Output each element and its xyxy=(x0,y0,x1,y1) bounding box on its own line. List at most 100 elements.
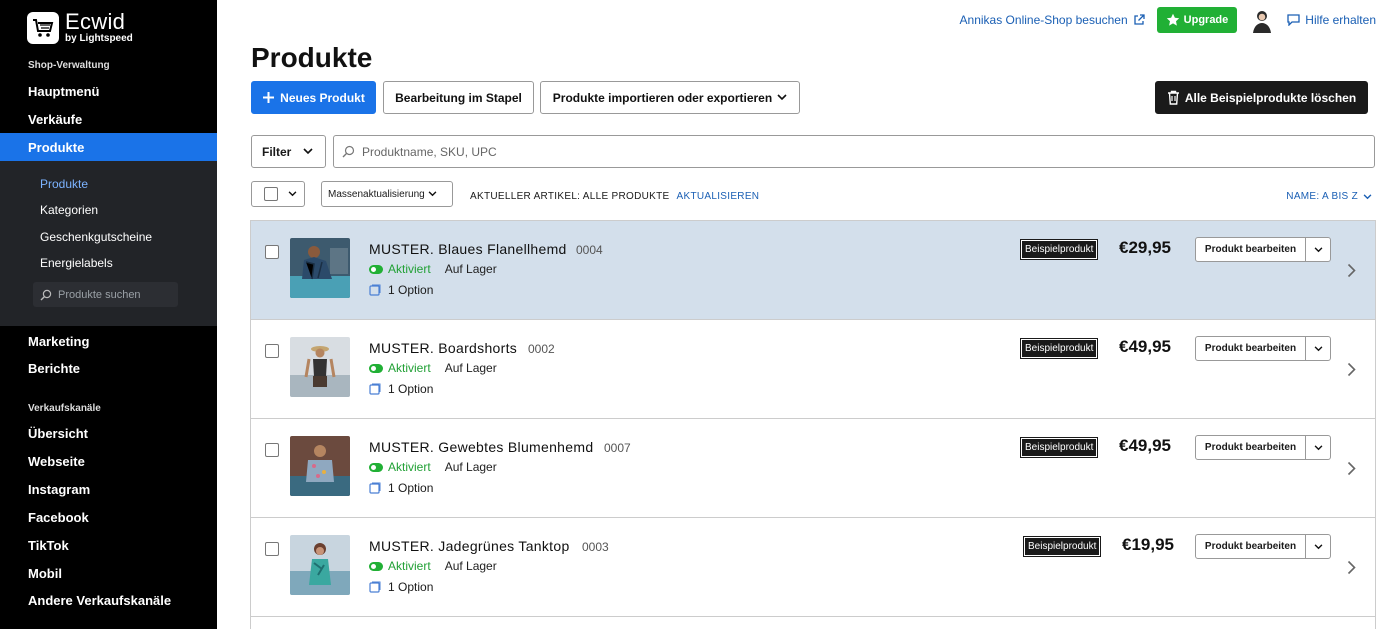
row-checkbox[interactable] xyxy=(265,344,279,358)
chevron-right-icon[interactable] xyxy=(1347,362,1356,377)
edit-product-button[interactable]: Produkt bearbeiten xyxy=(1195,534,1331,559)
filter-dropdown[interactable]: Filter xyxy=(251,135,326,168)
sidebar-item-sales[interactable]: Verkäufe xyxy=(28,112,82,127)
chevron-down-icon xyxy=(1314,543,1322,549)
option-icon xyxy=(369,284,381,296)
stock-label: Auf Lager xyxy=(444,262,497,276)
current-label: AKTUELLER ARTIKEL: ALLE PRODUKTE xyxy=(470,191,670,202)
help-link[interactable]: Hilfe erhalten xyxy=(1287,13,1376,27)
edit-dropdown-toggle[interactable] xyxy=(1306,246,1330,253)
row-checkbox[interactable] xyxy=(265,245,279,259)
section-shop-management: Shop-Verwaltung xyxy=(28,60,110,71)
chat-icon xyxy=(1287,14,1300,26)
product-search-input[interactable]: Produktname, SKU, UPC xyxy=(333,135,1375,168)
sample-badge: Beispielprodukt xyxy=(1022,536,1102,557)
edit-dropdown-toggle[interactable] xyxy=(1306,543,1330,550)
bulk-edit-button[interactable]: Bearbeitung im Stapel xyxy=(383,81,534,114)
product-sku: 0007 xyxy=(604,441,631,455)
options-label: 1 Option xyxy=(388,481,434,495)
star-icon xyxy=(1166,13,1179,26)
sidebar-item-facebook[interactable]: Facebook xyxy=(28,510,89,525)
edit-product-button[interactable]: Produkt bearbeiten xyxy=(1195,435,1331,460)
help-label: Hilfe erhalten xyxy=(1305,13,1376,27)
product-thumbnail[interactable] xyxy=(290,337,350,397)
ecwid-logo[interactable]: Ecwid by Lightspeed xyxy=(27,11,133,44)
product-price: €49,95 xyxy=(1119,436,1171,455)
sidebar-item-instagram[interactable]: Instagram xyxy=(28,482,90,497)
product-row[interactable]: MUSTER. Boardshorts 0002 Aktiviert Auf L… xyxy=(251,320,1375,419)
edit-product-button[interactable]: Produkt bearbeiten xyxy=(1195,336,1331,361)
product-name[interactable]: MUSTER. Boardshorts xyxy=(369,340,517,356)
user-avatar[interactable] xyxy=(1249,7,1276,33)
refresh-link[interactable]: AKTUALISIEREN xyxy=(677,191,760,202)
row-checkbox[interactable] xyxy=(265,542,279,556)
import-export-label: Produkte importieren oder exportieren xyxy=(552,90,773,105)
sidebar-item-main-menu[interactable]: Hauptmenü xyxy=(28,84,100,99)
chevron-right-icon[interactable] xyxy=(1347,263,1356,278)
sidebar-item-website[interactable]: Webseite xyxy=(28,454,85,469)
product-thumbnail[interactable] xyxy=(290,238,350,298)
edit-product-button[interactable]: Produkt bearbeiten xyxy=(1195,237,1331,262)
product-name[interactable]: MUSTER. Jadegrünes Tanktop xyxy=(369,538,570,554)
options-label: 1 Option xyxy=(388,382,434,396)
sidebar-item-other-channels[interactable]: Andere Verkaufskanäle xyxy=(28,593,171,608)
edit-dropdown-toggle[interactable] xyxy=(1306,345,1330,352)
sidebar-item-reports[interactable]: Berichte xyxy=(28,361,80,376)
product-row[interactable]: MUSTER. Blaues Flanellhemd 0004 Aktivier… xyxy=(251,221,1375,320)
chevron-down-icon xyxy=(428,191,437,197)
sidebar-item-marketing[interactable]: Marketing xyxy=(28,334,89,349)
toggle-icon[interactable] xyxy=(369,363,383,373)
visit-shop-link[interactable]: Annikas Online-Shop besuchen xyxy=(960,13,1145,27)
sidebar: Ecwid by Lightspeed Shop-Verwaltung Haup… xyxy=(0,0,217,629)
stock-label: Auf Lager xyxy=(444,559,497,573)
logo-title: Ecwid xyxy=(65,9,126,34)
product-options: 1 Option xyxy=(369,382,433,396)
upgrade-button[interactable]: Upgrade xyxy=(1156,7,1238,33)
current-selection-info: AKTUELLER ARTIKEL: ALLE PRODUKTE AKTUALI… xyxy=(470,191,759,202)
row-checkbox[interactable] xyxy=(265,443,279,457)
sample-badge: Beispielprodukt xyxy=(1019,437,1099,458)
product-status: Aktiviert Auf Lager xyxy=(369,559,497,573)
product-status: Aktiviert Auf Lager xyxy=(369,262,497,276)
product-name[interactable]: MUSTER. Gewebtes Blumenhemd xyxy=(369,439,593,455)
upgrade-label: Upgrade xyxy=(1183,14,1229,26)
edit-dropdown-toggle[interactable] xyxy=(1306,444,1330,451)
search-icon xyxy=(342,145,355,158)
new-product-button[interactable]: Neues Produkt xyxy=(251,81,376,114)
select-all-dropdown[interactable] xyxy=(251,181,305,207)
product-list: MUSTER. Blaues Flanellhemd 0004 Aktivier… xyxy=(250,220,1376,629)
submenu-item-gift-cards[interactable]: Geschenkgutscheine xyxy=(40,230,152,244)
sidebar-item-mobile[interactable]: Mobil xyxy=(28,566,62,581)
chevron-right-icon[interactable] xyxy=(1347,560,1356,575)
trash-icon xyxy=(1167,90,1179,105)
chevron-right-icon[interactable] xyxy=(1347,461,1356,476)
cart-icon xyxy=(27,11,59,44)
product-row[interactable]: MUSTER. Gewebtes Blumenhemd 0007 Aktivie… xyxy=(251,419,1375,518)
sidebar-item-products[interactable]: Produkte xyxy=(0,133,217,161)
status-label: Aktiviert xyxy=(388,361,431,375)
submenu-item-categories[interactable]: Kategorien xyxy=(40,203,98,217)
toggle-icon[interactable] xyxy=(369,561,383,571)
product-name[interactable]: MUSTER. Blaues Flanellhemd xyxy=(369,241,567,257)
chevron-down-icon xyxy=(1363,193,1372,199)
delete-samples-button[interactable]: Alle Beispielprodukte löschen xyxy=(1155,81,1368,114)
sidebar-product-search[interactable]: Produkte suchen xyxy=(33,282,178,307)
sort-dropdown[interactable]: NAME: A BIS Z xyxy=(1286,191,1372,202)
toggle-icon[interactable] xyxy=(369,462,383,472)
options-label: 1 Option xyxy=(388,283,434,297)
section-sales-channels: Verkaufskanäle xyxy=(28,403,101,414)
chevron-down-icon xyxy=(1314,345,1322,351)
product-row[interactable]: MUSTER. Jadegrünes Tanktop 0003 Aktivier… xyxy=(251,518,1375,617)
submenu-item-energy-labels[interactable]: Energielabels xyxy=(40,256,113,270)
mass-update-select[interactable]: Massenaktualisierung xyxy=(321,181,453,207)
sidebar-item-overview[interactable]: Übersicht xyxy=(28,426,88,441)
import-export-dropdown[interactable]: Produkte importieren oder exportieren xyxy=(540,81,800,114)
sidebar-item-tiktok[interactable]: TikTok xyxy=(28,538,69,553)
stock-label: Auf Lager xyxy=(444,361,497,375)
options-label: 1 Option xyxy=(388,580,434,594)
select-all-checkbox[interactable] xyxy=(264,187,278,201)
product-thumbnail[interactable] xyxy=(290,436,350,496)
submenu-item-products[interactable]: Produkte xyxy=(40,177,88,191)
product-thumbnail[interactable] xyxy=(290,535,350,595)
toggle-icon[interactable] xyxy=(369,264,383,274)
